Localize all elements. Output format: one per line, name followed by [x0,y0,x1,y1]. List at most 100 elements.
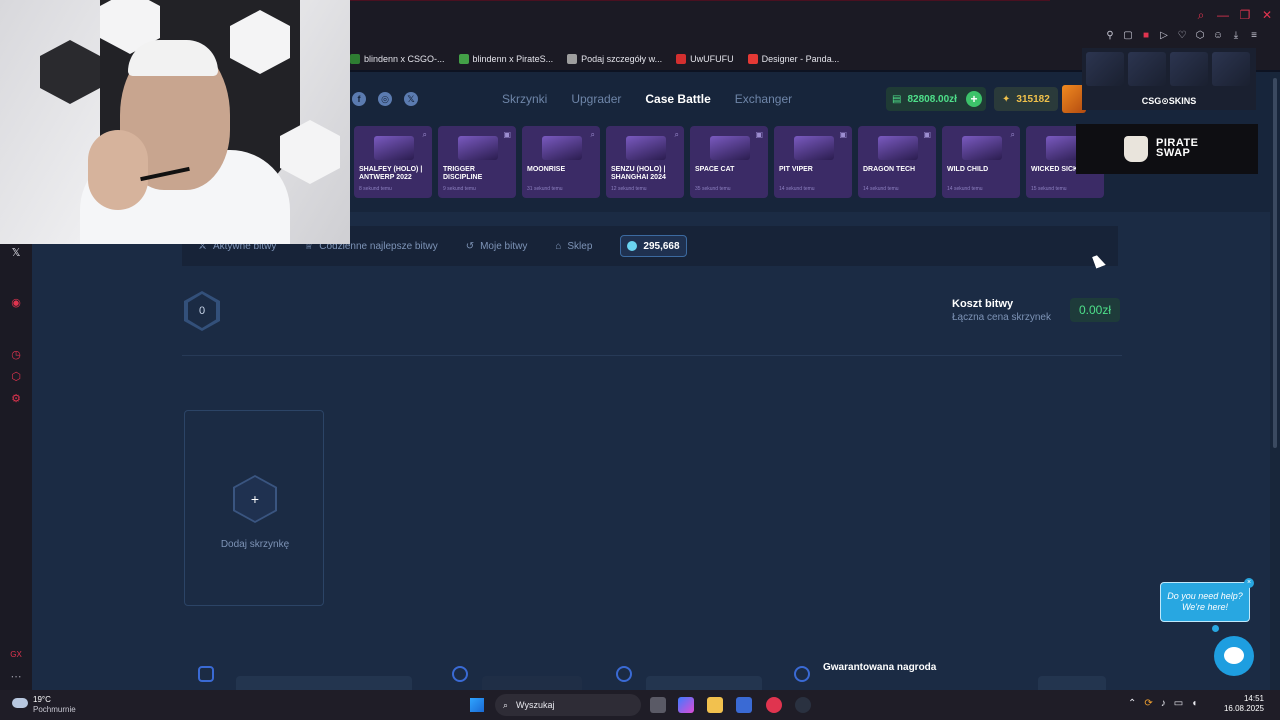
browser-toolbar: ⚲ ▢ ■ ▷ ♡ ⬡ ☺ ⤓ ≡ [1104,30,1260,42]
clock-time[interactable]: 14:51 [1224,694,1264,703]
mode-selector[interactable] [236,676,412,690]
webcam-overlay [0,0,350,244]
minimize-icon[interactable]: — [1216,8,1230,22]
scrollbar-thumb[interactable] [1273,78,1277,448]
drop-card[interactable]: ⌕ SENZU (HOLO) | SHANGHAI 2024 12 sekund… [606,126,684,198]
facebook-icon[interactable]: f [352,92,366,106]
windows-start-icon[interactable] [470,698,484,712]
add-funds-button[interactable]: + [966,91,982,107]
chat-close-icon[interactable]: × [1244,578,1254,588]
close-icon[interactable]: ✕ [1260,8,1274,22]
drop-card[interactable]: ▣ TRIGGER DISCIPLINE 9 sekund temu [438,126,516,198]
snapshot-icon[interactable]: ▢ [1122,30,1134,42]
drop-card[interactable]: ▣ DRAGON TECH 14 sekund temu [858,126,936,198]
balance-display[interactable]: ▤ 82808.00zł + [886,87,986,111]
privacy-selector[interactable] [646,676,762,690]
bookmark-item[interactable]: Designer - Panda... [747,54,839,64]
guarantee-toggle[interactable] [1038,676,1106,690]
bookmark-item[interactable]: UwUFUFU [676,54,734,64]
drop-card[interactable]: ⌕ WILD CHILD 14 sekund temu [942,126,1020,198]
rounds-value: 0 [188,294,216,328]
volume-icon[interactable]: ◖ [1191,698,1197,709]
case-icon: ▣ [839,130,847,139]
drop-time: 8 sekund temu [359,186,392,192]
battle-options-bar: Gwarantowana nagroda [182,656,1122,690]
skin-image [626,136,666,160]
bookmark-item[interactable]: blindenn x CSGO-... [350,54,445,64]
main-nav: Skrzynki Upgrader Case Battle Exchanger [502,92,792,106]
settings-icon[interactable]: ⚙ [9,392,23,406]
account-icon[interactable]: ☺ [1212,30,1224,42]
extensions-icon[interactable]: ⬡ [9,370,23,384]
chat-prompt[interactable]: Do you need help? We're here! [1160,582,1250,622]
drop-card[interactable]: ⌕ SHALFEY (HOLO) | ANTWERP 2022 8 sekund… [354,126,432,198]
weapon-image [1212,52,1250,86]
players-selector[interactable] [482,676,582,690]
nav-exchanger[interactable]: Exchanger [735,92,792,106]
case-icon: ⌕ [590,130,595,139]
sync-icon[interactable]: ⟳ [1144,698,1152,709]
display-icon[interactable]: ▭ [1174,698,1183,709]
wall-panel [40,40,100,104]
tab-my-battles[interactable]: ↺ Moje bitwy [466,241,528,252]
bookmark-icon [676,54,687,64]
task-view-icon[interactable] [650,697,666,713]
skin-image [794,136,834,160]
download-icon[interactable]: ⤓ [1230,30,1242,42]
pin-icon[interactable]: ⚲ [1104,30,1116,42]
bookmark-label: blindenn x PirateS... [472,54,554,64]
restore-icon[interactable]: ❐ [1238,8,1252,22]
sponsor-brand: PIRATE SWAP [1156,138,1199,159]
copilot-icon[interactable] [678,697,694,713]
player-icon[interactable]: ◉ [9,296,23,310]
menu-icon[interactable]: ≡ [1248,30,1260,42]
chat-launcher-button[interactable] [1214,636,1254,676]
drop-name: WILD CHILD [947,166,989,173]
opera-gx-icon[interactable] [766,697,782,713]
nav-upgrader[interactable]: Upgrader [571,92,621,106]
titlebar-accent [350,0,1050,1]
x-icon[interactable]: 𝕏 [404,92,418,106]
drop-name: SENZU (HOLO) | SHANGHAI 2024 [611,166,666,181]
nav-case-battle[interactable]: Case Battle [645,92,710,106]
battle-cost-value: 0.00zł [1070,298,1120,322]
extensions-icon[interactable]: ⬡ [1194,30,1206,42]
chat-prompt-line2: We're here! [1181,602,1229,612]
clock-date[interactable]: 16.08.2025 [1206,704,1264,713]
more-icon[interactable]: ⋯ [9,670,23,684]
drop-time: 14 sekund temu [947,186,983,192]
drop-card[interactable]: ⌕ MOONRISE 31 sekund temu [522,126,600,198]
pocket-icon[interactable]: ■ [1140,30,1152,42]
taskbar-search[interactable]: ⌕ Wyszukaj [495,694,641,716]
heart-icon[interactable]: ♡ [1176,30,1188,42]
tab-shop[interactable]: ⌂ Sklep [555,241,592,252]
coins-display[interactable]: ✦ 315182 [994,87,1058,111]
steam-icon[interactable] [795,697,811,713]
nav-cases[interactable]: Skrzynki [502,92,547,106]
gems-balance[interactable]: 295,668 [620,235,687,257]
instagram-icon[interactable]: ◎ [378,92,392,106]
system-tray: ⌃ ⟳ ♪ ▭ ◖ [1128,698,1197,709]
history-icon[interactable]: ◷ [9,348,23,362]
guarantee-label: Gwarantowana nagroda [823,662,937,673]
cloud-icon[interactable] [12,698,28,708]
live-drops-strip: ⌕ SHALFEY (HOLO) | ANTWERP 2022 8 sekund… [354,126,1104,198]
file-explorer-icon[interactable] [707,697,723,713]
gx-icon[interactable]: GX [9,648,23,662]
add-case-button[interactable]: + Dodaj skrzynkę [184,410,324,606]
mic-icon[interactable]: ♪ [1161,698,1166,709]
drop-card[interactable]: ▣ PIT VIPER 14 sekund temu [774,126,852,198]
play-icon[interactable]: ▷ [1158,30,1170,42]
chevron-up-icon[interactable]: ⌃ [1128,698,1136,709]
drop-card[interactable]: ▣ SPACE CAT 35 sekund temu [690,126,768,198]
x-icon[interactable]: 𝕏 [9,246,23,260]
battle-cost-title: Koszt bitwy [952,298,1014,310]
bookmark-item[interactable]: blindenn x PirateS... [458,54,554,64]
sponsor-banner-csgoskins: CSG⊙SKINS [1082,48,1256,110]
drop-time: 12 sekund temu [611,186,647,192]
weapon-image [1170,52,1208,86]
page-scrollbar[interactable] [1270,72,1280,690]
search-icon[interactable]: ⌕ [1194,8,1208,22]
bookmark-item[interactable]: Podaj szczegóły w... [567,54,662,64]
store-icon[interactable] [736,697,752,713]
